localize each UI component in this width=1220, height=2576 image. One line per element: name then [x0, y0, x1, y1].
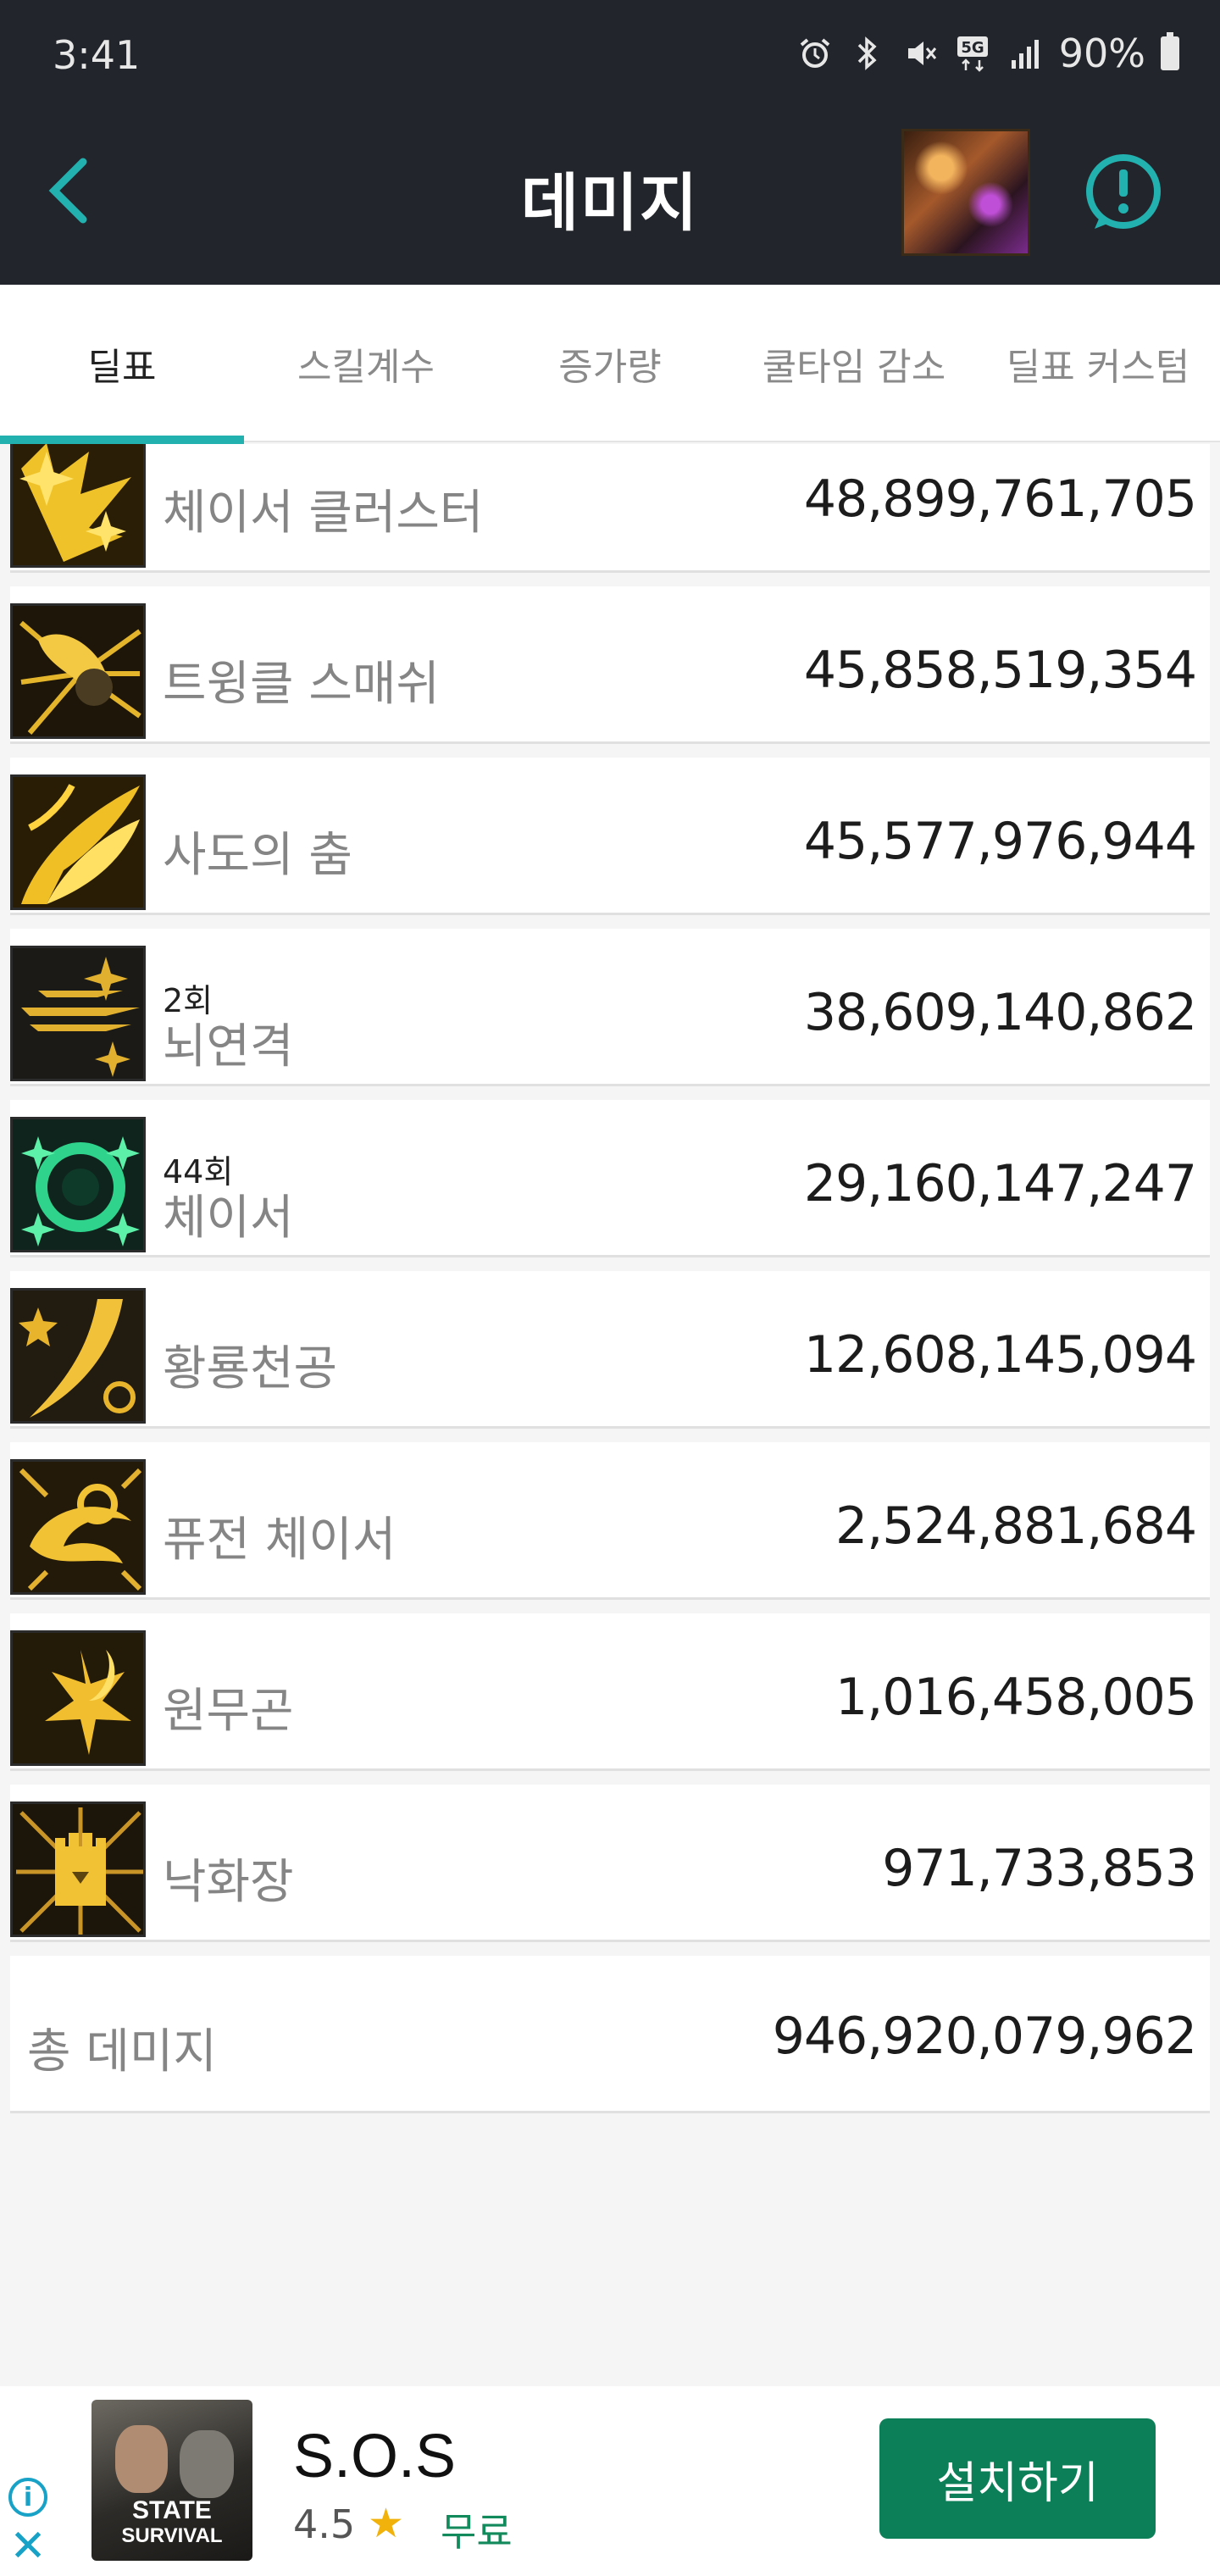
- damage-value: 38,609,140,862: [803, 983, 1197, 1042]
- ad-info-icon[interactable]: i: [8, 2478, 47, 2517]
- battery-percent: 90%: [1058, 31, 1145, 76]
- damage-value: 12,608,145,094: [803, 1325, 1197, 1385]
- tab-skill-coefficient[interactable]: 스킬계수: [244, 285, 488, 442]
- damage-list[interactable]: 체이서 클러스터 48,899,761,705 트윙클 스매쉬 45,858,5…: [10, 444, 1210, 2393]
- ad-app-icon[interactable]: STATE SURVIVAL: [92, 2400, 252, 2561]
- damage-value: 1,016,458,005: [835, 1668, 1197, 1727]
- tab-bar: 딜표 스킬계수 증가량 쿨타임 감소 딜표 커스텀: [0, 285, 1220, 444]
- damage-value: 971,733,853: [882, 1839, 1197, 1898]
- star-icon: ★: [368, 2500, 405, 2547]
- list-item: 트윙클 스매쉬 45,858,519,354: [10, 586, 1210, 744]
- info-circle-icon: [1086, 154, 1161, 229]
- ad-app-name[interactable]: S.O.S: [293, 2422, 456, 2491]
- list-item: 낙화장 971,733,853: [10, 1785, 1210, 1942]
- skill-name: 퓨전 체이서: [163, 1513, 396, 1568]
- status-icons: 5G 90%: [796, 31, 1179, 76]
- battery-icon: [1161, 32, 1179, 70]
- ad-rating: 4.5: [293, 2501, 356, 2547]
- falling-flower-palm-skill-icon: [10, 1802, 146, 1937]
- skill-name: 황룡천공: [163, 1341, 338, 1396]
- golden-dragon-skill-icon: [10, 1288, 146, 1424]
- app-header: 3:41 5G 90% 데미지: [0, 0, 1220, 285]
- mute-icon: [901, 35, 939, 72]
- tab-increase[interactable]: 증가량: [488, 285, 732, 442]
- ad-banner[interactable]: i ✕ STATE SURVIVAL S.O.S 4.5 ★ 무료 설치하기: [0, 2386, 1220, 2576]
- alarm-icon: [796, 35, 834, 72]
- ad-icon-character-2: [180, 2430, 234, 2498]
- ad-icon-brand-line2: SURVIVAL: [121, 2524, 223, 2547]
- ad-price: 무료: [441, 2509, 513, 2555]
- page-title: 데미지: [520, 167, 700, 240]
- skill-name: 체이서: [163, 1191, 294, 1246]
- 5g-icon: 5G: [954, 35, 991, 72]
- ad-icon-brand-line1: STATE: [132, 2496, 212, 2524]
- tab-custom[interactable]: 딜표 커스텀: [976, 285, 1220, 442]
- skill-name: 체이서 클러스터: [163, 486, 484, 541]
- svg-text:5G: 5G: [961, 39, 984, 57]
- skill-name: 뇌연격: [163, 1019, 294, 1074]
- twinkle-smash-skill-icon: [10, 603, 146, 739]
- total-damage-row: 총 데미지 946,920,079,962: [10, 1956, 1210, 2113]
- total-damage-label: 총 데미지: [27, 2024, 217, 2079]
- damage-value: 45,858,519,354: [803, 641, 1197, 700]
- skill-name: 사도의 춤: [163, 828, 352, 883]
- chaser-cluster-skill-icon: [10, 444, 146, 568]
- character-thumbnail[interactable]: [901, 129, 1030, 256]
- list-item: 체이서 클러스터 48,899,761,705: [10, 444, 1210, 573]
- list-item: 퓨전 체이서 2,524,881,684: [10, 1442, 1210, 1600]
- tab-cooldown-reduction[interactable]: 쿨타임 감소: [732, 285, 976, 442]
- skill-name: 원무곤: [163, 1684, 294, 1739]
- ad-icon-brand: STATE SURVIVAL: [92, 2498, 252, 2549]
- ad-close-icon[interactable]: ✕: [8, 2524, 47, 2568]
- list-item: 44회 체이서 29,160,147,247: [10, 1100, 1210, 1257]
- damage-value: 48,899,761,705: [803, 469, 1197, 529]
- thunder-strike-skill-icon: [10, 946, 146, 1081]
- damage-value: 2,524,881,684: [835, 1496, 1197, 1556]
- circle-dance-skill-icon: [10, 1630, 146, 1766]
- skill-name: 트윙클 스매쉬: [163, 657, 440, 712]
- install-button[interactable]: 설치하기: [879, 2418, 1156, 2539]
- damage-value: 29,160,147,247: [803, 1154, 1197, 1213]
- tab-damage-table[interactable]: 딜표: [0, 285, 244, 444]
- signal-icon: [1006, 35, 1044, 72]
- list-item: 원무곤 1,016,458,005: [10, 1613, 1210, 1771]
- ad-icon-character-1: [115, 2425, 168, 2493]
- apostle-dance-skill-icon: [10, 774, 146, 910]
- info-button[interactable]: [1081, 151, 1166, 236]
- list-item: 사도의 춤 45,577,976,944: [10, 758, 1210, 915]
- status-time: 3:41: [53, 32, 141, 78]
- damage-value: 45,577,976,944: [803, 812, 1197, 871]
- fusion-chaser-skill-icon: [10, 1459, 146, 1595]
- skill-name: 낙화장: [163, 1855, 294, 1910]
- bluetooth-icon: [849, 35, 886, 72]
- list-item: 2회 뇌연격 38,609,140,862: [10, 929, 1210, 1086]
- chaser-skill-icon: [10, 1117, 146, 1252]
- list-item: 황룡천공 12,608,145,094: [10, 1271, 1210, 1429]
- total-damage-value: 946,920,079,962: [772, 2007, 1197, 2066]
